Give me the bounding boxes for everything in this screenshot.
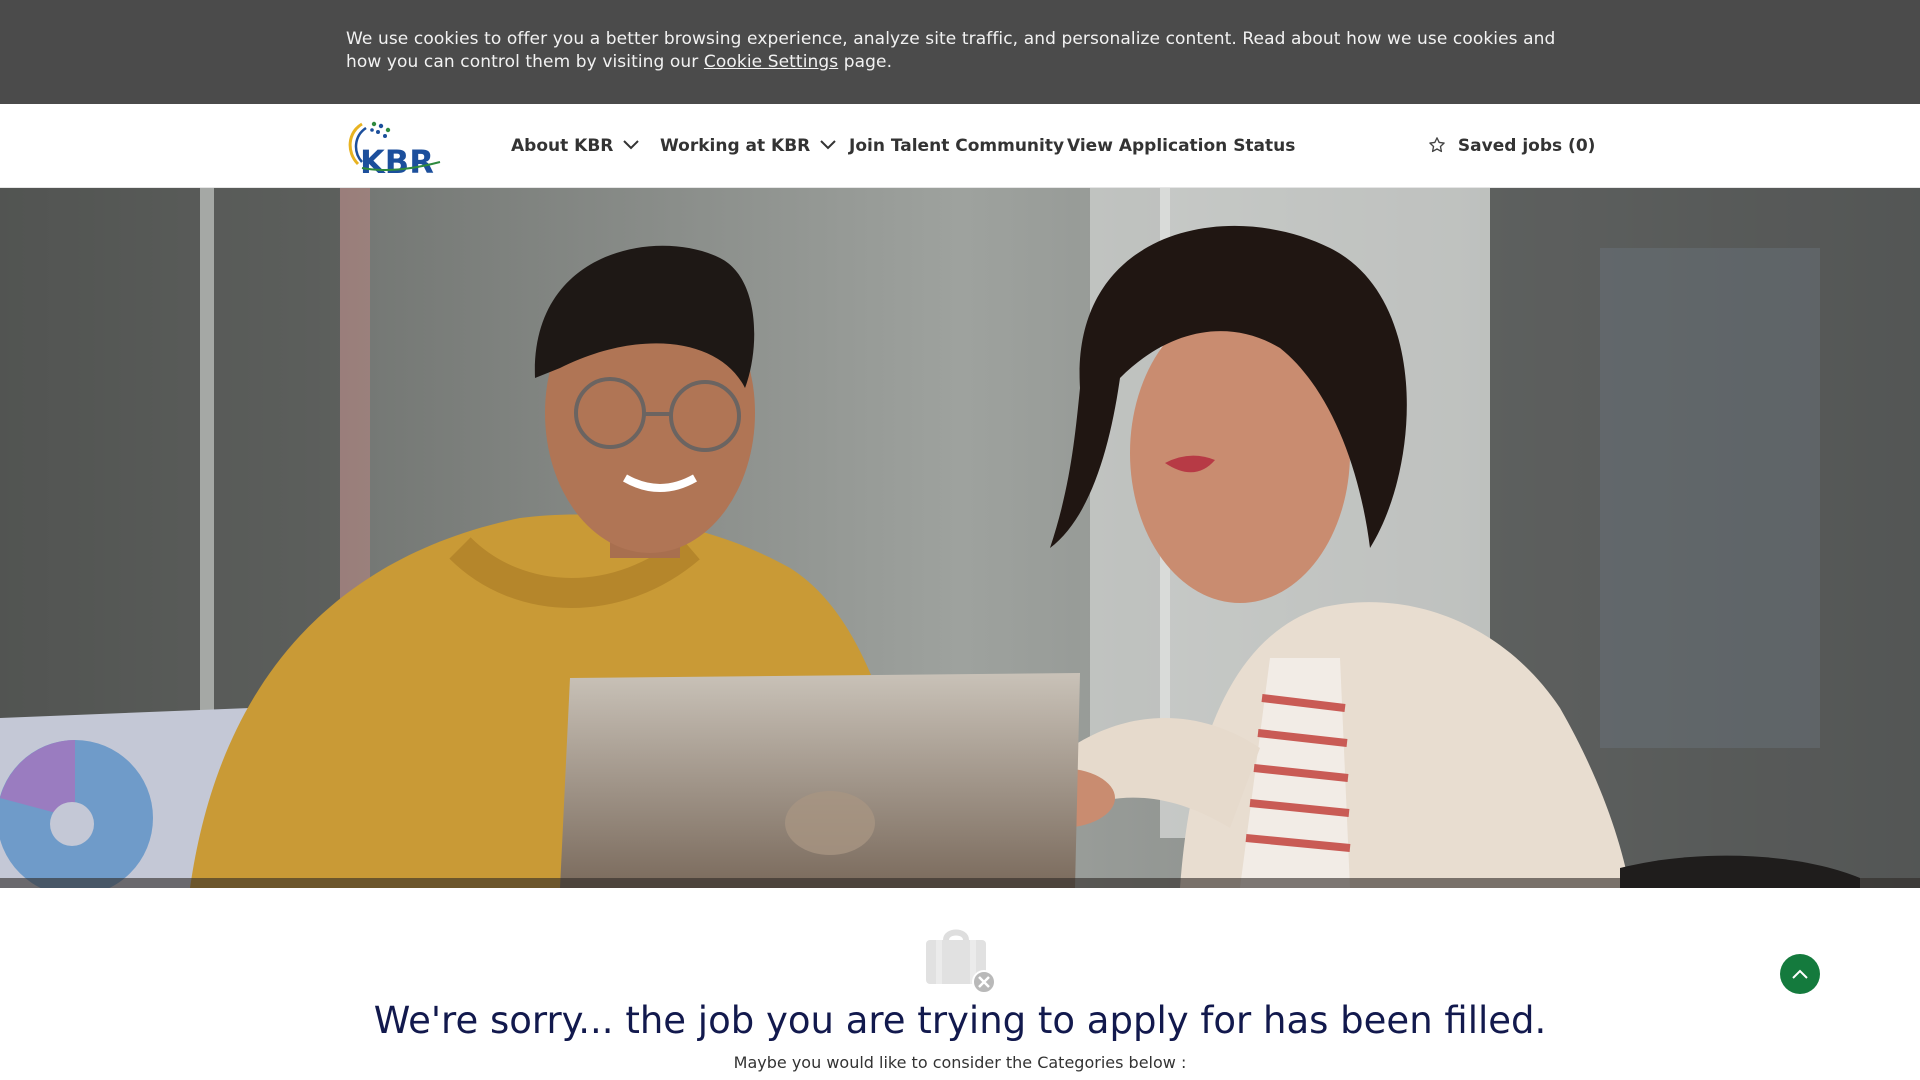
cookie-text-after: page. (838, 52, 893, 72)
saved-jobs-label: Saved jobs (0) (1457, 136, 1596, 156)
job-filled-subtitle: Maybe you would like to consider the Cat… (733, 1053, 1187, 1072)
kbr-logo[interactable]: KBR (344, 118, 448, 181)
site-header: KBR About KBR Working at KBR Join Talent… (0, 104, 1920, 188)
scroll-to-top-button[interactable] (1780, 954, 1820, 994)
nav-about-kbr-label: About KBR (511, 136, 614, 156)
nav-join-talent-community[interactable]: Join Talent Community (849, 134, 1064, 158)
cookie-banner-text: We use cookies to offer you a better bro… (346, 28, 1576, 74)
chevron-down-icon (623, 139, 640, 149)
nav-working-at-kbr[interactable]: Working at KBR (660, 134, 836, 158)
star-outline-icon (1429, 136, 1445, 152)
cookie-text-before: We use cookies to offer you a better bro… (346, 29, 1556, 72)
cookie-banner: We use cookies to offer you a better bro… (0, 0, 1920, 104)
job-bag-closed-icon (922, 926, 996, 994)
nav-about-kbr[interactable]: About KBR (511, 134, 640, 158)
nav-working-at-kbr-label: Working at KBR (660, 136, 811, 156)
nav-view-application-status[interactable]: View Application Status (1067, 134, 1295, 158)
saved-jobs-link[interactable]: Saved jobs (0) (1428, 134, 1595, 158)
kbr-logo-mark: KBR (348, 121, 441, 181)
cookie-settings-link[interactable]: Cookie Settings (704, 52, 838, 72)
chevron-up-icon (1792, 969, 1808, 979)
job-filled-title: We're sorry... the job you are trying to… (373, 999, 1547, 1042)
chevron-down-icon (820, 139, 836, 149)
hero-image (0, 188, 1920, 888)
logo-wordmark: KBR (360, 143, 434, 176)
hero-photo (0, 188, 1920, 888)
